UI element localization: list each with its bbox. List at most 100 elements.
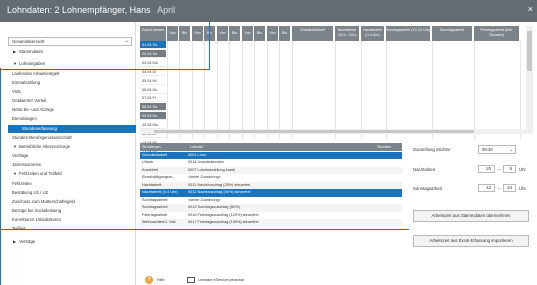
unit-label: Uhr — [519, 186, 526, 191]
stichtag-dropdown[interactable]: 08:30 ⌄ — [478, 145, 516, 154]
nav-item[interactable]: Bezüge bei Sozialleistung — [12, 207, 61, 215]
wage-type-cell[interactable]: 0017 Feiertagszuschlag (150%) steuerfrei — [188, 219, 259, 226]
grid-line — [242, 41, 243, 139]
scroll-thumb[interactable] — [527, 31, 532, 71]
nav-group[interactable]: ▼ Betriebliche Altersvorsorge — [13, 143, 70, 151]
wage-type-cell[interactable]: 0014 Urlaubsstunden — [188, 159, 224, 166]
scroll-thumb[interactable] — [154, 130, 474, 133]
nav-item-label: Zuschuss zum Mutterschaftsgeld — [12, 199, 75, 204]
day-row[interactable]: 01.04 So — [140, 41, 166, 49]
nav-item[interactable]: Dienstwagen — [12, 115, 37, 123]
nav-group[interactable]: ▼ Fehlzeiten und Teilfeld — [13, 170, 62, 178]
column-header: Von — [167, 26, 179, 41]
wage-type-cell[interactable]: <keine Zuordnung> — [188, 174, 221, 181]
nav-item[interactable]: Jahressummen — [12, 161, 41, 169]
table-row[interactable]: Urlaub 0014 Urlaubsstunden — [140, 159, 402, 166]
nav-item-label: Lohnangaben — [19, 61, 46, 66]
day-row[interactable]: 06.04 Do — [140, 85, 166, 94]
nav-item-label: Laufendes Arbeitsentgelt — [12, 70, 60, 76]
wage-type-cell[interactable]: 0012 Nachtzuschlag (40%) steuerfrei — [188, 189, 250, 196]
hour-type-cell: Grundstdarbeit — [142, 153, 168, 157]
table-row[interactable]: Feiertagsarbeit 0016 Feiertagszuschlag (1… — [140, 212, 402, 219]
nav-group[interactable]: ▶ Verträge — [13, 238, 35, 246]
grid-line — [179, 41, 180, 139]
nav-item[interactable]: Korrekturen Urlaubskonto — [12, 216, 61, 224]
grid-vertical-scrollbar[interactable] — [526, 26, 533, 134]
footer-bar: ? Hilfe Lexware eService personal — [140, 276, 530, 285]
nav-group[interactable]: ▶ Stammdaten — [13, 48, 43, 56]
import-from-master-data-button[interactable]: Arbeitszeit aus Stammdaten übernehmen — [413, 210, 529, 222]
table-row[interactable]: Nachtarbeit 0011 Nachtzuschlag (25%) steu… — [140, 181, 402, 190]
wage-type-cell[interactable]: 0016 Feiertagszuschlag (125%) steuerfrei — [188, 212, 259, 219]
hour-type-cell: Nachtarbeit (0-4 Uhr) — [142, 190, 178, 195]
nav-item[interactable]: Stundenerfassung — [8, 124, 136, 133]
wage-type-cell[interactable]: 0001 Lohn — [188, 152, 206, 159]
sonntagsarbeit-label: Sonntagsarbeit — [413, 186, 442, 191]
day-row[interactable]: 09.04 So — [140, 112, 166, 121]
table-row[interactable]: Einschäftigungsm... <keine Zuordnung> — [140, 174, 402, 181]
mail-icon[interactable] — [187, 277, 195, 283]
nav-group[interactable]: ▼ Lohnangaben — [13, 60, 45, 68]
sonntagsarbeit-from-input[interactable]: 12 — [478, 184, 495, 192]
help-icon[interactable]: ? — [145, 276, 153, 284]
day-row[interactable]: 10.04 Mo — [140, 121, 166, 130]
nav-item-label: Betriebliche Altersvorsorge — [19, 144, 71, 149]
wage-type-cell[interactable]: 0011 Nachtzuschlag (25%) steuerfrei — [188, 182, 250, 189]
table-row[interactable]: Sonntagsarbeit 0013 Sonntagszuschlag (50%… — [140, 204, 402, 212]
column-group-header: Grundstd/Arbeit — [292, 26, 334, 41]
close-icon[interactable]: × — [528, 4, 533, 14]
hour-type-cell: Sonntagsarbeit — [142, 205, 168, 210]
eservice-link[interactable]: Lexware eService personal — [198, 278, 244, 282]
settings-panel: Darstellung Stichtnr 08:30 ⌄ Nachtarbeit… — [409, 143, 529, 276]
nav-item-label: Stunden Berufsgenossenschaft — [12, 135, 72, 140]
day-row[interactable]: 08.04 Sa — [140, 103, 166, 112]
nav-item[interactable]: Bestätiung U1 / U2 — [12, 189, 48, 197]
table-row[interactable]: Weihnachten/1. Mai 0017 Feiertagszuschlag… — [140, 219, 402, 227]
nachtarbeit-from-input[interactable]: 20 — [478, 165, 495, 173]
table-row[interactable]: Grundstdarbeit 0001 Lohn — [140, 152, 402, 160]
grid-line — [386, 41, 387, 139]
grid-horizontal-scrollbar[interactable] — [140, 129, 528, 134]
nav-item-label: Jahressummen — [12, 162, 42, 167]
table-row[interactable]: Sonntagsarbeit <keine Zuordnung> — [140, 197, 402, 204]
nav-item-label: Bestätiung U1 / U2 — [12, 190, 49, 195]
grid-line — [192, 41, 193, 139]
hour-type-cell: Weihnachten/1. Mai — [142, 220, 176, 225]
grid-line — [204, 41, 205, 139]
nav-item[interactable]: Einmalzahlung — [12, 79, 40, 87]
nav-item[interactable]: Stunden Berufsgenossenschaft — [12, 134, 72, 142]
help-label[interactable]: Hilfe — [157, 278, 165, 282]
wage-type-cell[interactable]: <keine Zuordnung> — [188, 197, 221, 204]
day-row[interactable]: 02.04 Sa — [140, 49, 166, 58]
chevron-down-icon: ⌄ — [124, 38, 129, 44]
hour-type-cell: Urlaub — [142, 160, 154, 165]
reset-header-button[interactable]: Zurück setzen — [140, 26, 167, 41]
grid-line — [167, 41, 168, 139]
nav-item[interactable]: Verträge — [12, 152, 28, 160]
column-header: Bis — [279, 26, 291, 41]
wage-type-cell[interactable]: 0007 Lohnfortzahlung krank — [188, 167, 235, 174]
nav-item[interactable]: Fehlzeiten — [12, 180, 32, 188]
nav-item[interactable]: VWL — [12, 88, 21, 96]
nav-item[interactable]: Netto Be- und Abzüge — [12, 106, 54, 114]
grid-line — [335, 41, 336, 139]
column-group-header: Sonntagsarbeit — [432, 26, 473, 41]
day-row[interactable]: 03.04 Mo — [140, 58, 166, 67]
nav-item[interactable]: Laufendes Arbeitsentgelt — [12, 70, 59, 78]
column-group-header: Sonntagsarbeit (Y2-24 Uhr) — [386, 26, 431, 41]
import-from-excel-button[interactable]: Arbeitszeit aus Excel-Erfassung importie… — [413, 235, 529, 247]
window-title: Lohndaten: 2 Lohnempfänger, Hans April — [7, 5, 175, 15]
table-row[interactable]: Krankheit 0007 Lohnfortzahlung krank — [140, 166, 402, 175]
day-row[interactable]: 05.04 Mi — [140, 76, 166, 85]
nav-item-label: Korrekturen Urlaubskonto — [12, 217, 61, 222]
table-row[interactable]: Nachtarbeit (0-4 Uhr) 0012 Nachtzuschlag … — [140, 189, 402, 197]
nav-item[interactable]: Zuschuss zum Mutterschaftsgeld — [12, 198, 75, 206]
profile-dropdown[interactable]: Gesamtabersicht ⌄ — [8, 37, 132, 46]
grid-line — [267, 41, 268, 139]
employee-title: Lohndaten: 2 Lohnempfänger, Hans — [7, 5, 151, 15]
sonntagsarbeit-to-input[interactable]: 24 — [503, 184, 516, 192]
day-row[interactable]: 07.04 Fr — [140, 94, 166, 103]
nachtarbeit-to-input[interactable]: 6 — [503, 165, 516, 173]
wage-type-cell[interactable]: 0013 Sonntagszuschlag (50%) — [188, 204, 240, 211]
nav-item[interactable]: Geldwerter Vorteil — [12, 97, 46, 105]
